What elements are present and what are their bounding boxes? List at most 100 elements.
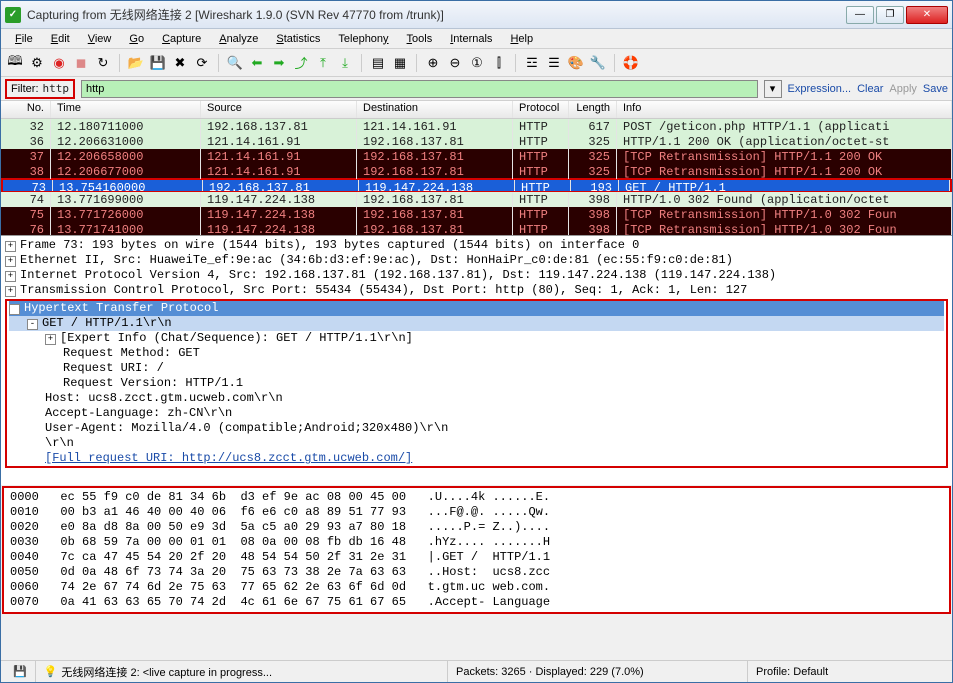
packet-list-pane: No. Time Source Destination Protocol Len… [1,101,952,235]
cell-len: 617 [569,119,617,134]
col-protocol[interactable]: Protocol [513,101,569,118]
col-destination[interactable]: Destination [357,101,513,118]
zoom-reset-icon[interactable]: ① [467,53,487,73]
packet-row[interactable]: 3712.206658000121.14.161.91192.168.137.8… [1,149,952,164]
capture-filters-icon[interactable]: ☲ [522,53,542,73]
packet-row[interactable]: 3212.180711000192.168.137.81121.14.161.9… [1,119,952,134]
go-back-icon[interactable]: ⬅ [247,53,267,73]
tree-request-uri[interactable]: Request URI: / [9,361,944,376]
menu-edit[interactable]: Edit [43,31,78,47]
expand-icon[interactable]: + [5,256,16,267]
status-save-icon[interactable]: 💾 [5,661,36,682]
cell-time: 12.180711000 [51,119,201,134]
col-source[interactable]: Source [201,101,357,118]
display-filters-icon[interactable]: ☰ [544,53,564,73]
save-button[interactable]: Save [923,83,948,95]
go-to-packet-icon[interactable]: ⤴ [291,53,311,73]
tree-accept-language[interactable]: Accept-Language: zh-CN\r\n [9,406,944,421]
zoom-out-icon[interactable]: ⊖ [445,53,465,73]
expand-icon[interactable]: + [5,271,16,282]
menu-telephony[interactable]: Telephony [330,31,396,47]
filter-value-display: http [43,82,70,95]
expand-icon[interactable]: + [45,334,56,345]
packet-row[interactable]: 7313.754160000192.168.137.81119.147.224.… [1,178,952,193]
auto-scroll-icon[interactable]: ▦ [390,53,410,73]
tree-expert-info[interactable]: +[Expert Info (Chat/Sequence): GET / HTT… [9,331,944,346]
start-capture-icon[interactable]: ◉ [49,53,69,73]
colorize-icon[interactable]: ▤ [368,53,388,73]
cell-proto: HTTP [515,180,571,191]
packet-row[interactable]: 7413.771699000119.147.224.138192.168.137… [1,192,952,207]
packet-list-body[interactable]: 3212.180711000192.168.137.81121.14.161.9… [1,119,952,235]
apply-button[interactable]: Apply [889,83,917,95]
clear-button[interactable]: Clear [857,83,883,95]
zoom-in-icon[interactable]: ⊕ [423,53,443,73]
interfaces-icon[interactable]: 🕮 [5,53,25,73]
col-time[interactable]: Time [51,101,201,118]
menu-file[interactable]: FFileile [7,31,41,47]
save-file-icon[interactable]: 💾 [148,53,168,73]
cell-no: 73 [3,180,53,191]
help-icon[interactable]: 🛟 [621,53,641,73]
menu-analyze[interactable]: Analyze [211,31,266,47]
tree-get-line[interactable]: -GET / HTTP/1.1\r\n [9,316,944,331]
maximize-button[interactable]: ❐ [876,6,904,24]
expand-icon[interactable]: + [5,241,16,252]
tree-frame[interactable]: +Frame 73: 193 bytes on wire (1544 bits)… [5,238,948,253]
tree-http[interactable]: -Hypertext Transfer Protocol [9,301,944,316]
tree-tcp[interactable]: +Transmission Control Protocol, Src Port… [5,283,948,298]
collapse-icon[interactable]: - [9,304,20,315]
preferences-icon[interactable]: 🔧 [588,53,608,73]
close-file-icon[interactable]: ✖ [170,53,190,73]
collapse-icon[interactable]: - [27,319,38,330]
cell-no: 36 [1,134,51,149]
filter-toolbar: Filter: http ▾ Expression... Clear Apply… [1,77,952,101]
col-no[interactable]: No. [1,101,51,118]
cell-src: 119.147.224.138 [201,222,357,235]
status-profile[interactable]: Profile: Default [748,661,948,682]
coloring-rules-icon[interactable]: 🎨 [566,53,586,73]
tree-host[interactable]: Host: ucs8.zcct.gtm.ucweb.com\r\n [9,391,944,406]
resize-columns-icon[interactable]: ⫿ [489,53,509,73]
cell-time: 13.771726000 [51,207,201,222]
filter-input[interactable] [81,80,758,98]
go-last-icon[interactable]: ⤓ [335,53,355,73]
tree-user-agent[interactable]: User-Agent: Mozilla/4.0 (compatible;Andr… [9,421,944,436]
filter-dropdown-button[interactable]: ▾ [764,80,782,98]
packet-details-pane[interactable]: +Frame 73: 193 bytes on wire (1544 bits)… [1,235,952,485]
menu-help[interactable]: Help [502,31,541,47]
packet-bytes-pane[interactable]: 0000 ec 55 f9 c0 de 81 34 6b d3 ef 9e ac… [2,486,951,614]
packet-row[interactable]: 3612.206631000121.14.161.91192.168.137.8… [1,134,952,149]
col-info[interactable]: Info [617,101,952,118]
cell-proto: HTTP [513,222,569,235]
col-length[interactable]: Length [569,101,617,118]
packet-row[interactable]: 7513.771726000119.147.224.138192.168.137… [1,207,952,222]
cell-no: 37 [1,149,51,164]
menu-capture[interactable]: Capture [154,31,209,47]
menu-go[interactable]: Go [121,31,152,47]
tree-ip[interactable]: +Internet Protocol Version 4, Src: 192.1… [5,268,948,283]
tree-ethernet[interactable]: +Ethernet II, Src: HuaweiTe_ef:9e:ac (34… [5,253,948,268]
go-forward-icon[interactable]: ➡ [269,53,289,73]
tree-request-version[interactable]: Request Version: HTTP/1.1 [9,376,944,391]
reload-icon[interactable]: ⟳ [192,53,212,73]
options-icon[interactable]: ⚙ [27,53,47,73]
expression-button[interactable]: Expression... [788,83,852,95]
menu-tools[interactable]: Tools [399,31,441,47]
go-first-icon[interactable]: ⤒ [313,53,333,73]
tree-crlf[interactable]: \r\n [9,436,944,451]
packet-row[interactable]: 7613.771741000119.147.224.138192.168.137… [1,222,952,235]
minimize-button[interactable]: — [846,6,874,24]
find-icon[interactable]: 🔍 [225,53,245,73]
close-button[interactable]: ✕ [906,6,948,24]
packet-row[interactable]: 3812.206677000121.14.161.91192.168.137.8… [1,164,952,179]
tree-request-method[interactable]: Request Method: GET [9,346,944,361]
menu-internals[interactable]: Internals [442,31,500,47]
restart-capture-icon[interactable]: ↻ [93,53,113,73]
menu-statistics[interactable]: Statistics [268,31,328,47]
tree-full-request-uri[interactable]: [Full request URI: http://ucs8.zcct.gtm.… [9,451,944,466]
open-file-icon[interactable]: 📂 [126,53,146,73]
expand-icon[interactable]: + [5,286,16,297]
stop-capture-icon[interactable]: ◼ [71,53,91,73]
menu-view[interactable]: View [80,31,120,47]
